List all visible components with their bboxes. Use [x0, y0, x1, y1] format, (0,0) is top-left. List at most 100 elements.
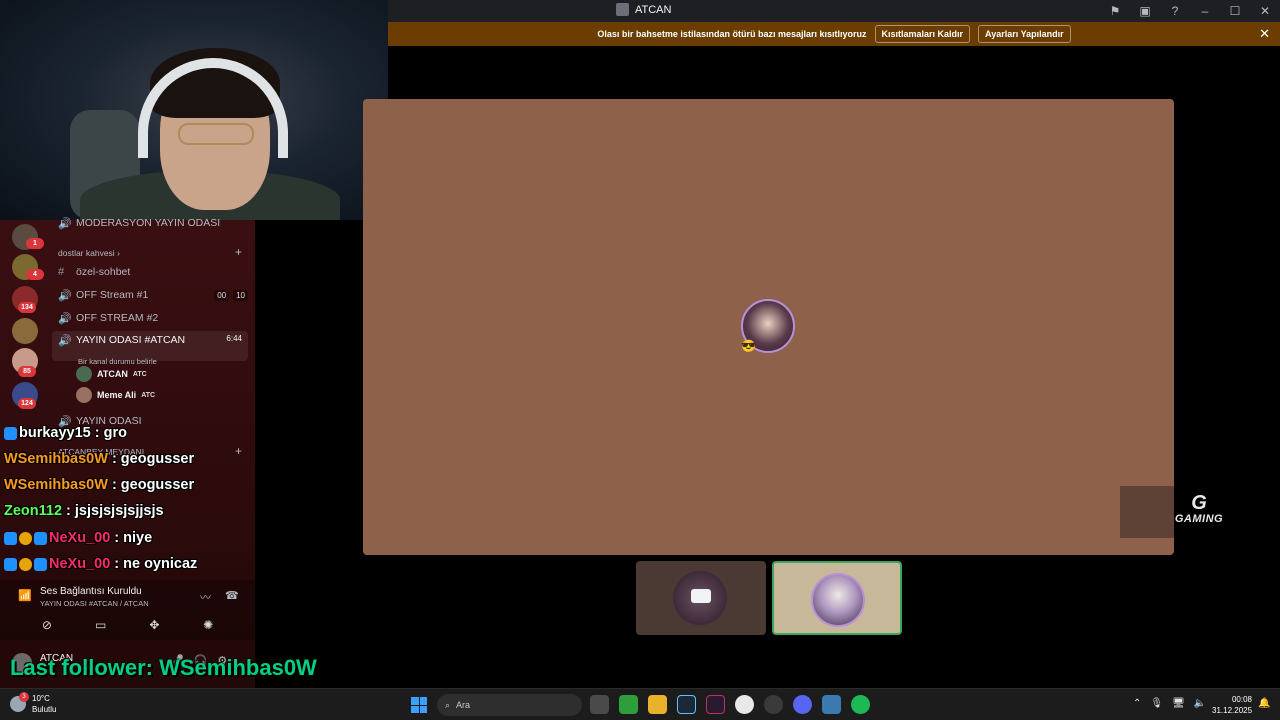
mic-icon[interactable]: 🎙	[1150, 698, 1163, 709]
weather-widget[interactable]: 3 10°C Bulutlu	[10, 692, 57, 715]
server-icon-brown[interactable]	[12, 318, 38, 344]
gift-badge-icon	[19, 557, 32, 571]
task-view-icon[interactable]	[590, 695, 609, 714]
voice-connection-panel: 📶 Ses Bağlantısı Kuruldu YAYIN ODASI #AT…	[0, 580, 255, 640]
soundboard-icon[interactable]: ✺	[196, 618, 220, 632]
gift-badge-icon	[19, 531, 32, 545]
disconnect-icon[interactable]: ☎	[225, 589, 239, 602]
notification-icon[interactable]: 🔔	[1258, 698, 1270, 709]
search-icon: ⌕	[445, 699, 451, 710]
voice-member[interactable]: ATCAN ATC	[76, 366, 147, 382]
app-icon[interactable]	[706, 695, 725, 714]
channel-status-setter[interactable]: Bir kanal durumu belirle	[78, 357, 157, 366]
member-tag: ATC	[132, 370, 147, 378]
avatar	[76, 366, 92, 382]
speaker-icon: 🔊	[58, 217, 72, 230]
server-badge: 85	[18, 366, 36, 377]
close-window-icon[interactable]: ✕	[1250, 4, 1280, 18]
chat-message: NeXu_00: ne oynicaz	[4, 556, 197, 572]
volume-icon[interactable]: 🔈	[1194, 698, 1206, 709]
user-count-pill: 00	[214, 289, 230, 301]
server-list: 1 4 134 85 124	[0, 220, 50, 580]
xbox-icon[interactable]	[619, 695, 638, 714]
server-badge: 134	[18, 302, 36, 313]
flag-icon[interactable]: ⚑	[1100, 4, 1130, 18]
taskbar: 3 10°C Bulutlu ⌕ Ara ⌃ 🎙 🖥 🔈 00:08 31.12…	[0, 688, 1280, 720]
chat-message: Zeon112: jsjsjsjsjsjjsjs	[4, 503, 164, 519]
camera-icon	[691, 589, 711, 603]
server-badge: 124	[18, 398, 36, 409]
minimize-icon[interactable]: –	[1190, 4, 1220, 18]
start-button[interactable]	[411, 697, 427, 713]
add-channel-icon[interactable]: +	[235, 245, 242, 259]
spotify-icon[interactable]	[851, 695, 870, 714]
app-icon[interactable]	[822, 695, 841, 714]
screen-share-icon[interactable]: ▭	[89, 618, 113, 632]
notice-bar: Olası bir bahsetme istilasından ötürü ba…	[388, 22, 1280, 46]
server-badge: 4	[26, 269, 44, 280]
chat-message: WSemihbas0W: geogusser	[4, 451, 195, 467]
chat-message: WSemihbas0W: geogusser	[4, 477, 195, 493]
user-limit-pill: 10	[233, 289, 248, 301]
pinned-apps	[590, 695, 870, 714]
add-channel-icon[interactable]: +	[235, 444, 242, 458]
file-explorer-icon[interactable]	[648, 695, 667, 714]
channel-off-stream-1[interactable]: 🔊 OFF Stream #1 00 10	[52, 285, 248, 305]
remove-restrictions-button[interactable]: Kısıtlamaları Kaldır	[874, 25, 971, 43]
maximize-icon[interactable]: ☐	[1220, 4, 1250, 18]
speaker-icon: 🔊	[58, 312, 72, 325]
notice-text: Olası bir bahsetme istilasından ötürü ba…	[597, 29, 867, 39]
webcam-overlay	[0, 0, 388, 220]
voice-status[interactable]: Ses Bağlantısı Kuruldu	[40, 586, 142, 597]
gaming-logo: G GAMING	[1174, 492, 1224, 525]
camera-off-icon[interactable]: ⊘	[35, 618, 59, 632]
member-tag: ATC	[141, 391, 156, 399]
window-title: ATCAN	[616, 3, 671, 16]
chat-message: NeXu_00: niye	[4, 530, 152, 546]
channel-off-stream-2[interactable]: 🔊 OFF STREAM #2	[52, 308, 248, 328]
participant-tile-speaking[interactable]	[772, 561, 902, 635]
network-icon[interactable]: 🖥	[1172, 698, 1185, 709]
signal-icon: 📶	[18, 590, 32, 602]
help-icon[interactable]: ?	[1160, 4, 1190, 18]
noise-suppression-icon[interactable]: 〰	[200, 589, 211, 605]
discord-icon[interactable]	[793, 695, 812, 714]
channel-ozel-sohbet[interactable]: # özel-sohbet	[52, 262, 248, 282]
partner-badge-icon	[34, 557, 47, 571]
sub-badge-icon	[4, 531, 17, 545]
sub-badge-icon	[4, 426, 17, 440]
app-icon[interactable]	[764, 695, 783, 714]
title-bar: ATCAN ⚑ ▣ ? – ☐ ✕	[388, 0, 1280, 22]
speaker-icon: 🔊	[58, 289, 72, 302]
speaker-avatar[interactable]: 😎	[741, 299, 795, 353]
speaker-icon: 🔊	[58, 335, 72, 347]
activities-icon[interactable]: ✥	[142, 618, 166, 632]
voice-channel-path: YAYIN ODASI #ATCAN / ATCAN	[40, 599, 149, 608]
webcam-glasses	[178, 123, 254, 145]
avatar	[811, 573, 865, 627]
taskbar-search[interactable]: ⌕ Ara	[437, 694, 582, 716]
channel-yayin-odasi-atcan[interactable]: 🔊 YAYIN ODASI #ATCAN 6:44 Bir kanal durum…	[52, 331, 248, 366]
participant-tile[interactable]	[636, 561, 766, 635]
temperature: 10°C	[32, 694, 50, 703]
channel-timer: 6:44	[226, 334, 242, 343]
weather-condition: Bulutlu	[32, 705, 57, 714]
clock[interactable]: 00:08 31.12.2025	[1212, 694, 1252, 716]
sub-badge-icon	[4, 557, 17, 571]
channel-moderation[interactable]: 🔊 MODERASYON YAYIN ODASI	[52, 213, 248, 233]
avatar	[76, 387, 92, 403]
chevron-up-icon[interactable]: ⌃	[1133, 698, 1141, 709]
partner-badge-icon	[34, 531, 47, 545]
voice-member[interactable]: Meme Ali ATC	[76, 387, 155, 403]
steam-icon[interactable]	[677, 695, 696, 714]
server-badge: 1	[26, 238, 44, 249]
inbox-icon[interactable]: ▣	[1130, 4, 1160, 18]
close-notice-icon[interactable]: ✕	[1259, 26, 1270, 42]
cloud-icon: 3	[10, 692, 29, 712]
category-dostlar-kahvesi[interactable]: dostlar kahvesi ›	[58, 248, 120, 258]
configure-settings-button[interactable]: Ayarları Yapılandır	[978, 25, 1071, 43]
chrome-icon[interactable]	[735, 695, 754, 714]
system-tray: ⌃ 🎙 🖥 🔈	[1133, 698, 1206, 709]
weather-badge: 3	[19, 692, 29, 702]
voice-stage: 😎	[363, 99, 1174, 555]
